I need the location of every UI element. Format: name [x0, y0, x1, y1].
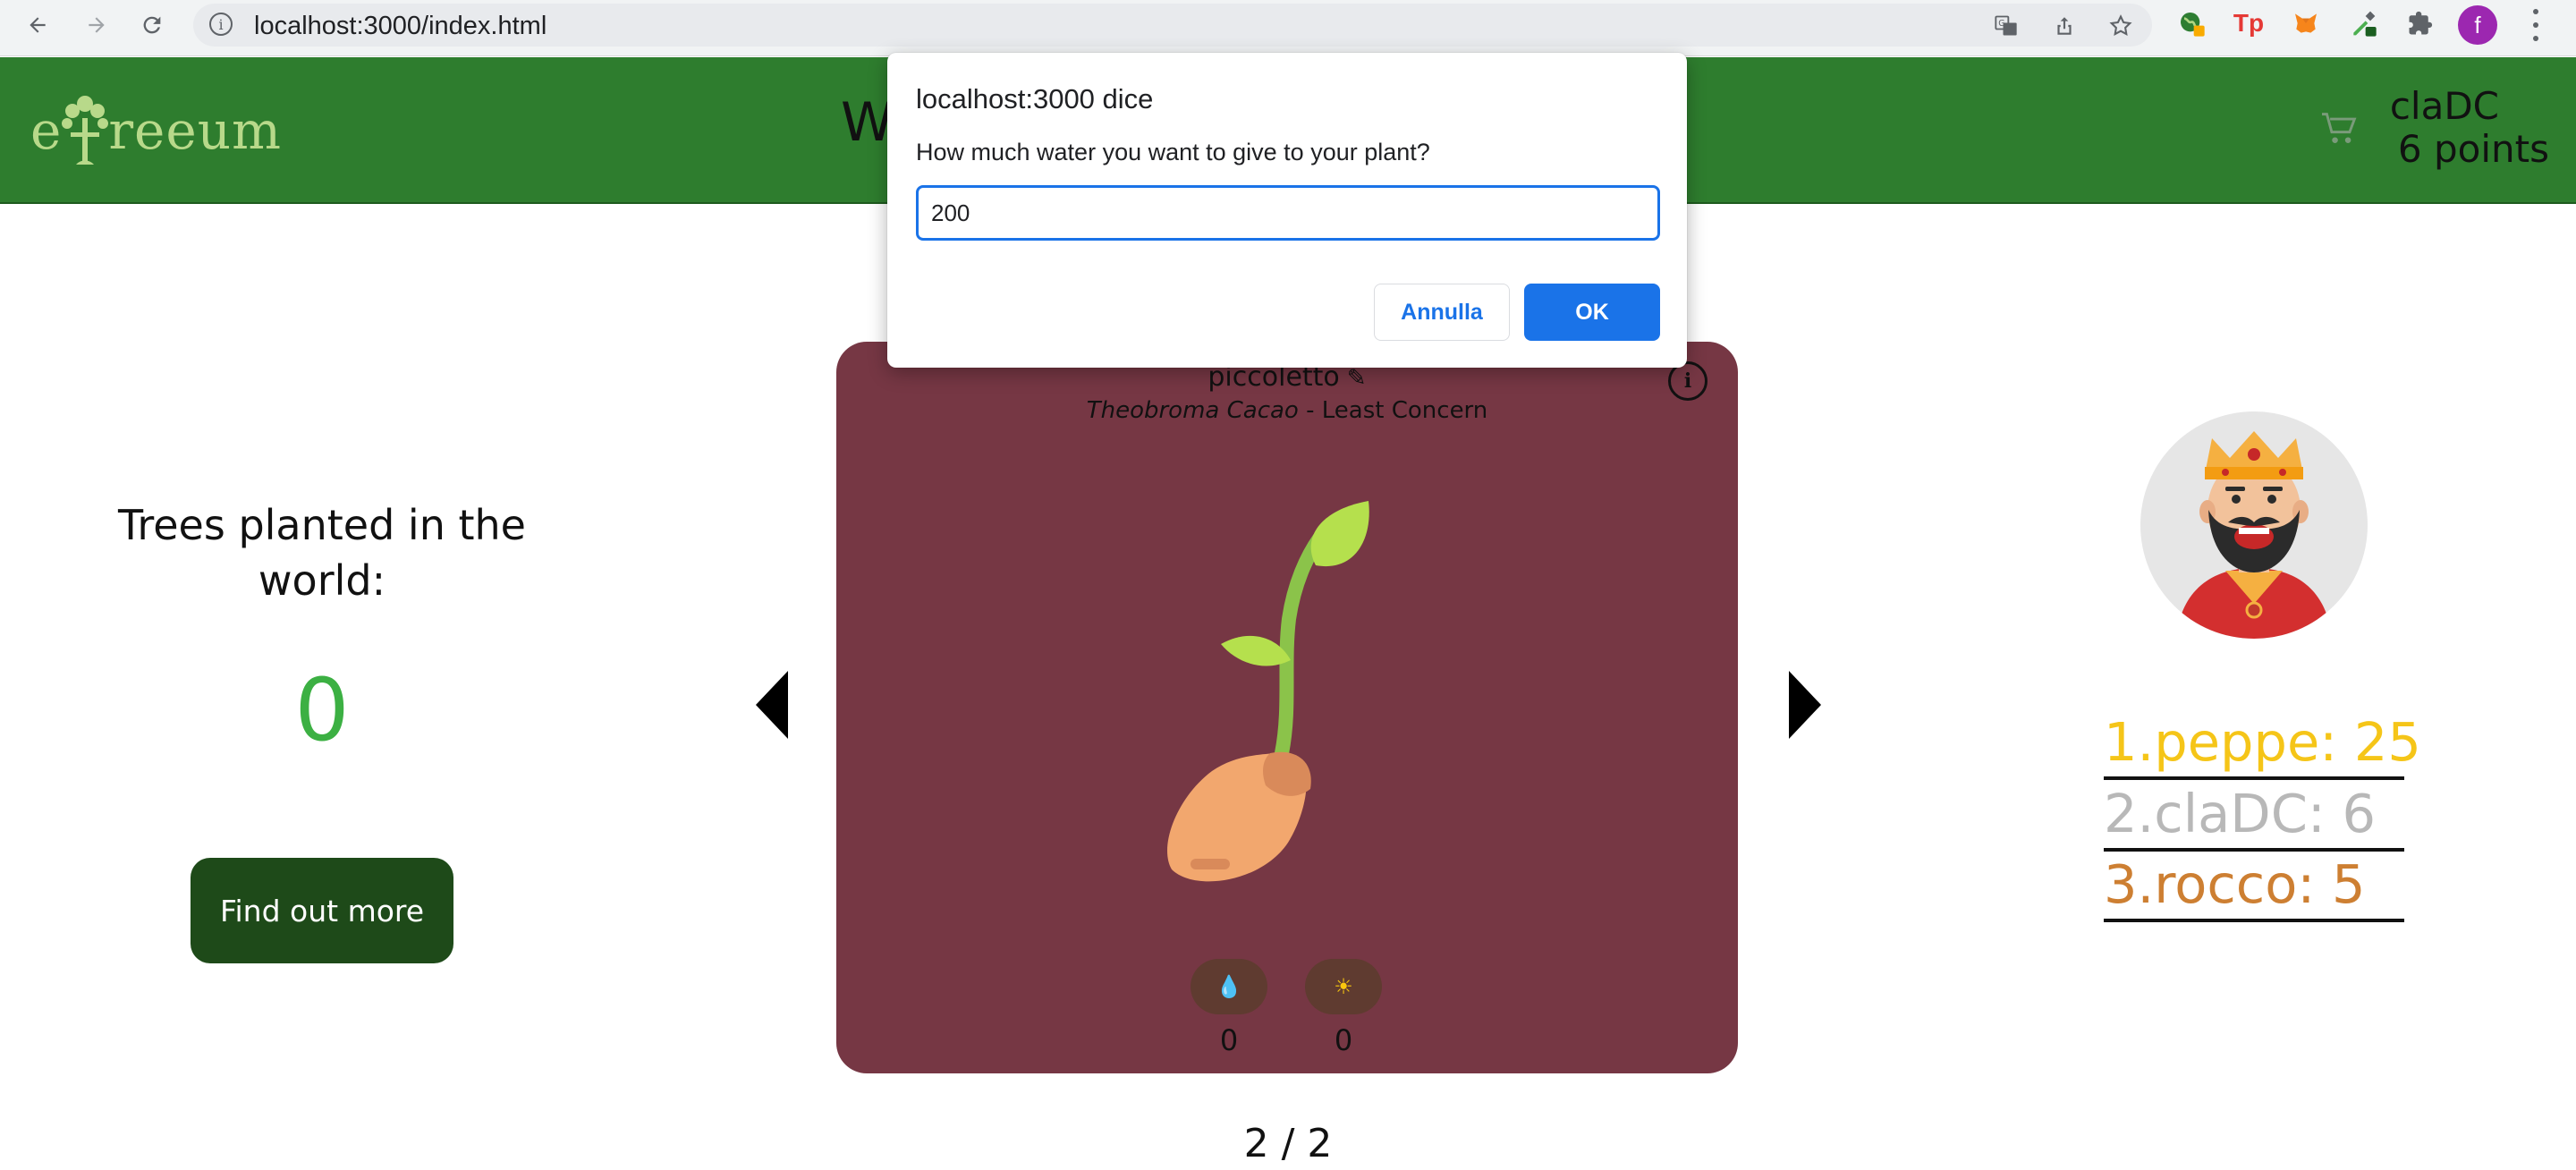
sun-value: 0 [1334, 1023, 1353, 1057]
url-text[interactable]: localhost:3000/index.html [254, 12, 547, 41]
menu-dots-icon[interactable] [2527, 9, 2545, 41]
tp-extension-icon[interactable]: Tp [2233, 9, 2264, 38]
species-separator: - [1298, 397, 1322, 424]
address-bar[interactable]: i localhost:3000/index.html G [193, 4, 2152, 47]
forward-icon[interactable] [79, 7, 114, 43]
bookmark-star-icon[interactable] [2107, 13, 2134, 39]
user-avatar-king[interactable] [2140, 411, 2368, 639]
share-icon[interactable] [2051, 13, 2078, 39]
plant-card: piccoletto ✎ Theobroma Cacao - Least Conc… [836, 342, 1738, 1073]
dropper-extension-icon[interactable] [2349, 9, 2377, 38]
dialog-title: localhost:3000 dice [916, 83, 1154, 114]
leaderboard-entry-1: 1.peppe: 25 [2104, 711, 2421, 773]
etreeum-logo[interactable]: e reeum [30, 91, 282, 170]
water-drop-icon: 💧 [1216, 974, 1242, 999]
globe-extension-icon[interactable] [2177, 9, 2206, 38]
translate-icon[interactable]: G [1993, 13, 2020, 39]
leaderboard-row-2: 2.claDC: 6 [2104, 782, 2404, 852]
sun-icon: ☀ [1334, 974, 1353, 999]
edit-pencil-icon[interactable]: ✎ [1347, 365, 1367, 392]
next-plant-arrow-icon[interactable] [1789, 671, 1821, 739]
user-points: 6 points [2397, 127, 2549, 171]
cart-icon[interactable] [2320, 111, 2360, 156]
profile-avatar[interactable]: f [2458, 5, 2497, 45]
extensions-puzzle-icon[interactable] [2406, 9, 2435, 38]
svg-text:G: G [1998, 19, 2004, 29]
leaderboard-entry-2: 2.claDC: 6 [2104, 783, 2377, 844]
water-button[interactable]: 💧 [1191, 959, 1267, 1014]
logo-text-left: e [30, 100, 63, 161]
tree-logo-icon [62, 96, 109, 165]
leaderboard-row-1: 1.peppe: 25 [2104, 710, 2421, 780]
leaderboard-row-3: 3.rocco: 5 [2104, 852, 2404, 922]
logo-text-right: reeum [108, 100, 283, 161]
prompt-dialog: localhost:3000 dice How much water you w… [887, 53, 1687, 368]
water-amount-input[interactable] [916, 185, 1660, 241]
leaderboard-entry-3: 3.rocco: 5 [2104, 853, 2366, 915]
reload-icon[interactable] [134, 7, 170, 43]
dialog-message: How much water you want to give to your … [916, 139, 1430, 165]
cancel-button[interactable]: Annulla [1374, 284, 1510, 341]
species-name: Theobroma Cacao [1086, 397, 1299, 424]
sun-button[interactable]: ☀ [1305, 959, 1382, 1014]
user-name: claDC [2389, 84, 2499, 128]
browser-toolbar: i localhost:3000/index.html G Tp f [0, 0, 2576, 56]
back-icon[interactable] [20, 7, 55, 43]
site-info-icon[interactable]: i [209, 13, 233, 36]
plant-pager: 2 / 2 [1243, 1121, 1333, 1166]
plant-species: Theobroma Cacao - Least Concern [836, 397, 1738, 424]
fox-extension-icon[interactable] [2292, 9, 2320, 38]
water-value: 0 [1219, 1023, 1239, 1057]
conservation-status: Least Concern [1321, 397, 1488, 424]
trees-planted-title: Trees planted in the world: [118, 501, 526, 605]
header-title-start: W [841, 91, 894, 154]
seedling-illustration [1167, 501, 1369, 882]
trees-planted-count: 0 [294, 660, 350, 760]
ok-button[interactable]: OK [1524, 284, 1660, 341]
previous-plant-arrow-icon[interactable] [756, 671, 788, 739]
find-out-more-button[interactable]: Find out more [191, 858, 453, 963]
